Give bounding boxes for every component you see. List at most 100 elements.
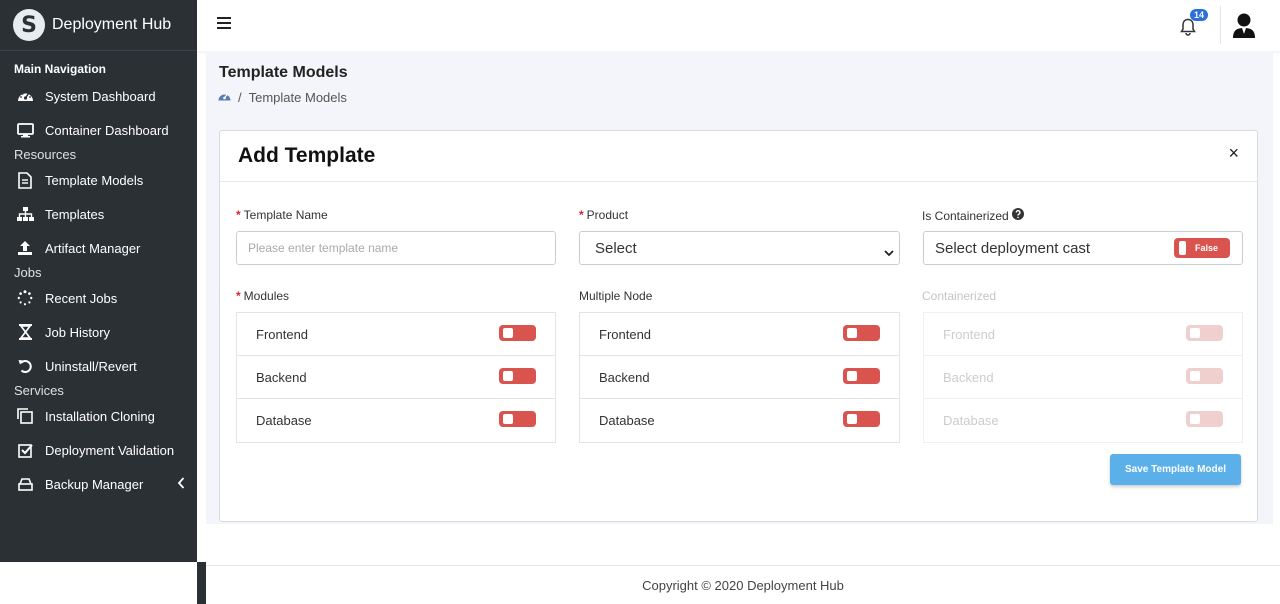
sidebar-item-templates[interactable]: Templates [0, 197, 197, 231]
list-item-label: Database [256, 413, 312, 428]
list-item: Frontend [924, 313, 1242, 356]
list-item: Frontend [580, 313, 899, 356]
list-item-label: Database [599, 413, 655, 428]
list-item: Database [237, 399, 555, 442]
database-module-toggle[interactable] [499, 411, 536, 427]
sidebar-item-system-dashboard[interactable]: System Dashboard [0, 79, 197, 113]
sitemap-icon [16, 205, 34, 223]
clone-icon [16, 407, 34, 425]
toggle-knob [847, 328, 857, 338]
multiple-node-list: Frontend Backend Database [579, 312, 900, 443]
nav-header-main: Main Navigation [14, 62, 107, 76]
upload-icon [16, 239, 34, 257]
sidebar-item-label: Installation Cloning [45, 408, 155, 424]
list-item-label: Frontend [599, 326, 652, 342]
nav-section-services: Services [14, 383, 64, 398]
page-title: Template Models [219, 64, 348, 81]
hourglass-icon [16, 323, 34, 341]
list-item: Database [924, 399, 1242, 442]
toggle-knob [1190, 371, 1200, 381]
check-square-icon [16, 441, 34, 459]
close-button[interactable]: × [1228, 143, 1239, 164]
chevron-left-icon[interactable] [177, 476, 185, 493]
dashboard-icon[interactable] [218, 90, 231, 105]
main-content: Template Models / Template Models Add Te… [206, 51, 1273, 524]
notification-bell[interactable]: 14 [1180, 9, 1209, 38]
brand-name: Deployment Hub [52, 16, 172, 33]
sidebar-item-backup-manager[interactable]: Backup Manager [0, 467, 197, 501]
sidebar-item-label: Artifact Manager [45, 240, 141, 256]
sidebar-item-recent-jobs[interactable]: Recent Jobs [0, 281, 197, 315]
help-icon[interactable] [1011, 208, 1024, 223]
deployment-cast-value: Select deployment cast [935, 239, 1091, 257]
hamburger-menu-icon[interactable] [217, 17, 231, 31]
sidebar-item-label: Container Dashboard [45, 122, 169, 138]
modules-list: Frontend Backend Database [236, 312, 556, 443]
template-name-label-text: Template Name [243, 208, 328, 222]
containerized-label: Containerized [922, 289, 997, 303]
containerized-list: Frontend Backend Database [923, 312, 1243, 443]
toggle-knob [503, 328, 513, 338]
backend-multinode-toggle[interactable] [843, 368, 880, 384]
toggle-knob [503, 414, 513, 424]
database-containerized-toggle [1186, 411, 1223, 427]
toggle-knob [847, 414, 857, 424]
list-item: Backend [924, 356, 1242, 399]
user-avatar[interactable] [1232, 12, 1258, 40]
template-name-label: * Template Name [236, 208, 328, 222]
spinner-icon [16, 289, 34, 307]
list-item-label: Database [943, 413, 999, 428]
brand[interactable]: S Deployment Hub [0, 0, 197, 51]
is-containerized-label: Is Containerized [922, 208, 1024, 223]
sidebar-item-label: Uninstall/Revert [45, 358, 137, 374]
sidebar-item-container-dashboard[interactable]: Container Dashboard [0, 113, 197, 147]
sidebar-item-uninstall-revert[interactable]: Uninstall/Revert [0, 349, 197, 383]
frontend-multinode-toggle[interactable] [843, 325, 880, 341]
toggle-knob [1179, 241, 1186, 255]
sidebar-item-installation-cloning[interactable]: Installation Cloning [0, 399, 197, 433]
breadcrumb: / Template Models [218, 90, 347, 105]
modules-label: * Modules [236, 289, 290, 303]
footer: Copyright © 2020 Deployment Hub [206, 565, 1280, 604]
sidebar-item-label: Recent Jobs [45, 290, 118, 306]
sidebar-item-deployment-validation[interactable]: Deployment Validation [0, 433, 197, 467]
is-containerized-label-text: Is Containerized [922, 208, 1009, 223]
document-icon [16, 171, 34, 189]
user-icon [1233, 13, 1255, 38]
nav-section-jobs: Jobs [14, 265, 42, 280]
list-item-label: Backend [943, 369, 994, 385]
chevron-down-icon [884, 244, 894, 261]
card-header: Add Template × [220, 131, 1257, 182]
product-select[interactable]: Select [579, 231, 900, 265]
list-item: Backend [580, 356, 899, 399]
brand-logo: S [13, 9, 45, 41]
monitor-icon [16, 121, 34, 139]
multiple-node-label: Multiple Node [579, 289, 653, 303]
backend-containerized-toggle [1186, 368, 1223, 384]
is-containerized-toggle-label: False [1195, 243, 1219, 253]
template-name-input[interactable] [236, 231, 556, 265]
copyright-text: Copyright © 2020 Deployment Hub [642, 578, 844, 593]
toggle-knob [503, 371, 513, 381]
list-item-label: Frontend [256, 326, 309, 342]
deployment-cast-field[interactable]: Select deployment cast False [923, 231, 1243, 265]
drive-icon [16, 475, 34, 493]
sidebar-item-label: System Dashboard [45, 88, 156, 104]
undo-icon [16, 357, 34, 375]
sidebar-bottom-strip [197, 562, 206, 604]
save-template-model-button[interactable]: Save Template Model [1110, 454, 1241, 485]
database-multinode-toggle[interactable] [843, 411, 880, 427]
sidebar: S Deployment Hub Main Navigation System … [0, 0, 197, 562]
is-containerized-toggle[interactable]: False [1174, 238, 1230, 258]
frontend-module-toggle[interactable] [499, 325, 536, 341]
sidebar-item-template-models[interactable]: Template Models [0, 163, 197, 197]
product-label: * Product [579, 208, 629, 222]
frontend-containerized-toggle [1186, 325, 1223, 341]
breadcrumb-current: Template Models [248, 90, 347, 105]
sidebar-item-label: Backup Manager [45, 476, 144, 492]
sidebar-item-job-history[interactable]: Job History [0, 315, 197, 349]
backend-module-toggle[interactable] [499, 368, 536, 384]
toggle-knob [1190, 414, 1200, 424]
sidebar-item-artifact-manager[interactable]: Artifact Manager [0, 231, 197, 265]
list-item: Backend [237, 356, 555, 399]
